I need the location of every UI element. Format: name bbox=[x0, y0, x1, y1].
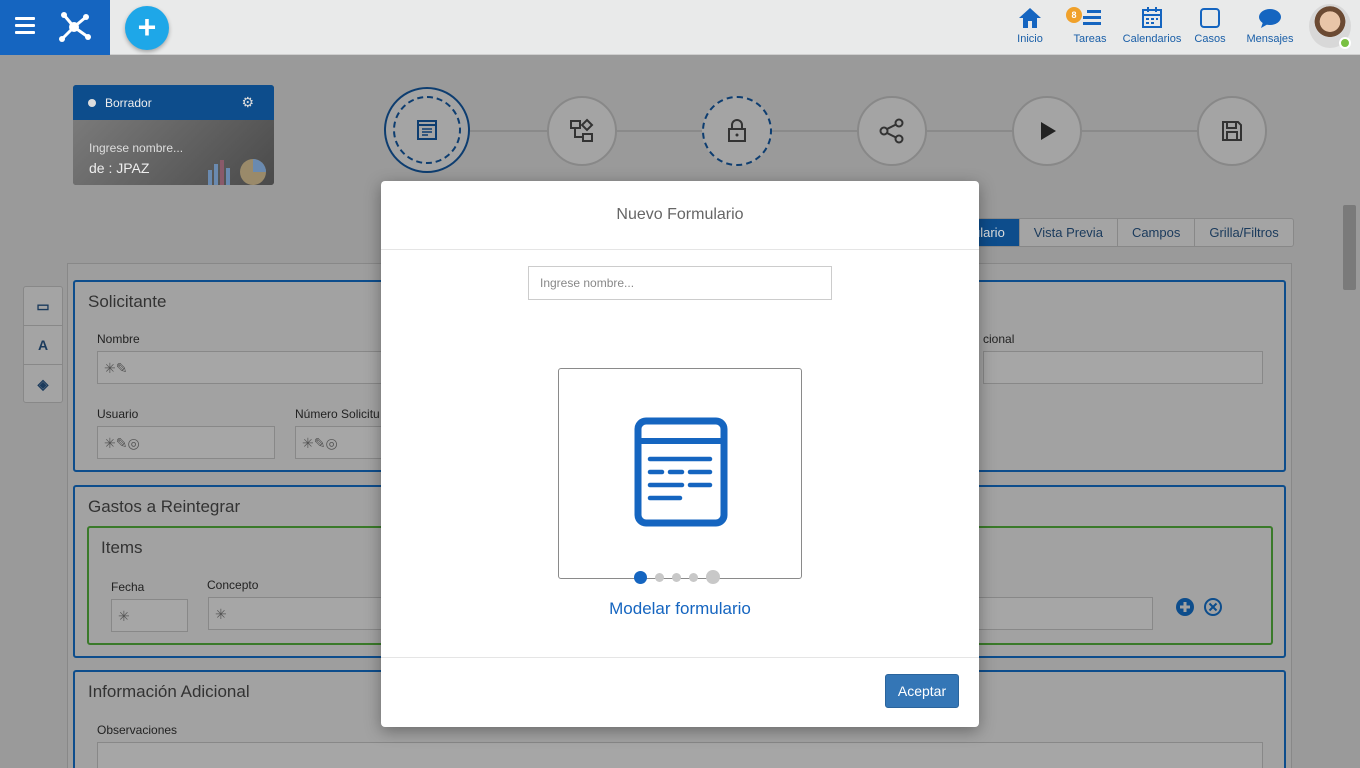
nav-casos[interactable]: Casos bbox=[1194, 6, 1226, 45]
draft-card-header: Borrador ⚙ bbox=[73, 85, 274, 120]
brand-area bbox=[0, 0, 110, 55]
form-model-icon bbox=[634, 417, 728, 527]
chart-thumbnail-icon bbox=[208, 159, 266, 185]
concepto-label: Concepto bbox=[207, 578, 259, 592]
online-status-icon bbox=[1339, 37, 1351, 49]
draft-card[interactable]: Borrador ⚙ Ingrese nombre... de : JPAZ bbox=[73, 85, 274, 185]
add-row-icon[interactable] bbox=[1175, 597, 1195, 617]
nav-tareas-label: Tareas bbox=[1073, 33, 1107, 45]
section-title: Información Adicional bbox=[88, 682, 250, 701]
carousel-dots bbox=[634, 570, 728, 584]
dialog-title: Nuevo Formulario bbox=[381, 181, 979, 250]
add-button[interactable]: + bbox=[125, 6, 169, 50]
laptop-icon[interactable]: ▭ bbox=[24, 287, 62, 326]
new-form-dialog: Nuevo Formulario Modelar formulario Acep… bbox=[381, 181, 979, 727]
step-save[interactable] bbox=[1197, 96, 1267, 166]
nav-inicio[interactable]: Inicio bbox=[1015, 6, 1045, 45]
text-icon[interactable]: A bbox=[24, 326, 62, 365]
usuario-field[interactable]: ✳✎◎ bbox=[97, 426, 275, 459]
importe-field[interactable] bbox=[973, 597, 1153, 630]
shapes-icon bbox=[570, 118, 594, 142]
step-form[interactable] bbox=[384, 87, 470, 173]
nav-mensajes[interactable]: Mensajes bbox=[1246, 6, 1294, 45]
tab-campos[interactable]: Campos bbox=[1116, 219, 1194, 246]
carousel-dot-4[interactable] bbox=[689, 572, 698, 582]
form-tabs: ulario Vista Previa Campos Grilla/Filtro… bbox=[958, 218, 1294, 247]
logo-icon[interactable] bbox=[56, 9, 92, 45]
carousel-dot-1[interactable] bbox=[634, 570, 647, 584]
top-bar: + Inicio 8 Tareas Calendarios Casos Mens… bbox=[0, 0, 1360, 55]
status-dot-icon bbox=[88, 99, 96, 107]
cube-icon[interactable]: ◈ bbox=[24, 365, 62, 404]
numero-label: Número Solicitu bbox=[295, 407, 380, 421]
side-toolbar: ▭ A ◈ bbox=[23, 286, 63, 403]
step-shapes[interactable] bbox=[547, 96, 617, 166]
draft-status: Borrador bbox=[105, 96, 152, 110]
gear-icon[interactable]: ⚙ bbox=[241, 94, 254, 111]
draft-author: de : JPAZ bbox=[89, 160, 150, 176]
carousel-preview[interactable] bbox=[558, 368, 802, 579]
fecha-label: Fecha bbox=[111, 580, 145, 594]
nombre-field[interactable]: ✳✎ bbox=[97, 351, 397, 384]
nav-calendarios-label: Calendarios bbox=[1122, 33, 1182, 45]
form-name-input[interactable] bbox=[528, 266, 832, 300]
carousel-caption: Modelar formulario bbox=[609, 599, 751, 618]
lock-icon bbox=[728, 119, 746, 142]
nav-mensajes-label: Mensajes bbox=[1246, 33, 1294, 45]
dialog-footer: Aceptar bbox=[381, 657, 979, 727]
carousel-dot-3[interactable] bbox=[672, 572, 681, 582]
step-security[interactable] bbox=[702, 96, 772, 166]
case-icon bbox=[1200, 8, 1220, 28]
grid-title: Items bbox=[101, 538, 143, 557]
share-icon bbox=[879, 118, 904, 144]
home-icon bbox=[1019, 8, 1041, 28]
numero-field[interactable]: ✳✎◎ bbox=[295, 426, 395, 459]
nav-casos-label: Casos bbox=[1194, 33, 1226, 45]
hamburger-menu-icon[interactable] bbox=[15, 17, 35, 37]
page-scrollbar[interactable] bbox=[1343, 205, 1356, 290]
save-icon bbox=[1222, 121, 1242, 141]
concepto-field[interactable]: ✳ bbox=[208, 597, 388, 630]
remove-row-icon[interactable] bbox=[1203, 597, 1223, 617]
nav-calendarios[interactable]: Calendarios bbox=[1121, 6, 1183, 45]
usuario-label: Usuario bbox=[97, 407, 139, 421]
tab-vista-previa[interactable]: Vista Previa bbox=[1018, 219, 1117, 246]
adicional-label: cional bbox=[983, 332, 1015, 346]
play-icon bbox=[1041, 122, 1056, 140]
carousel-dot-5[interactable] bbox=[706, 570, 720, 584]
accept-button[interactable]: Aceptar bbox=[885, 674, 959, 708]
adicional-field[interactable] bbox=[983, 351, 1263, 384]
calendar-icon bbox=[1142, 7, 1162, 28]
observaciones-label: Observaciones bbox=[97, 723, 178, 737]
step-run[interactable] bbox=[1012, 96, 1082, 166]
message-icon bbox=[1259, 9, 1281, 28]
fecha-field[interactable]: ✳ bbox=[111, 599, 188, 632]
nav-inicio-label: Inicio bbox=[1017, 33, 1043, 45]
draft-name: Ingrese nombre... bbox=[89, 141, 184, 155]
section-title: Solicitante bbox=[88, 292, 167, 311]
nav-tareas[interactable]: 8 Tareas bbox=[1066, 6, 1108, 45]
step-share[interactable] bbox=[857, 96, 927, 166]
observaciones-field[interactable] bbox=[97, 742, 1263, 768]
nombre-label: Nombre bbox=[97, 332, 140, 346]
tab-grilla-filtros[interactable]: Grilla/Filtros bbox=[1194, 219, 1292, 246]
form-step-icon bbox=[417, 120, 437, 140]
section-title: Gastos a Reintegrar bbox=[88, 497, 241, 516]
tasks-badge: 8 bbox=[1066, 7, 1082, 23]
carousel-dot-2[interactable] bbox=[655, 572, 664, 582]
